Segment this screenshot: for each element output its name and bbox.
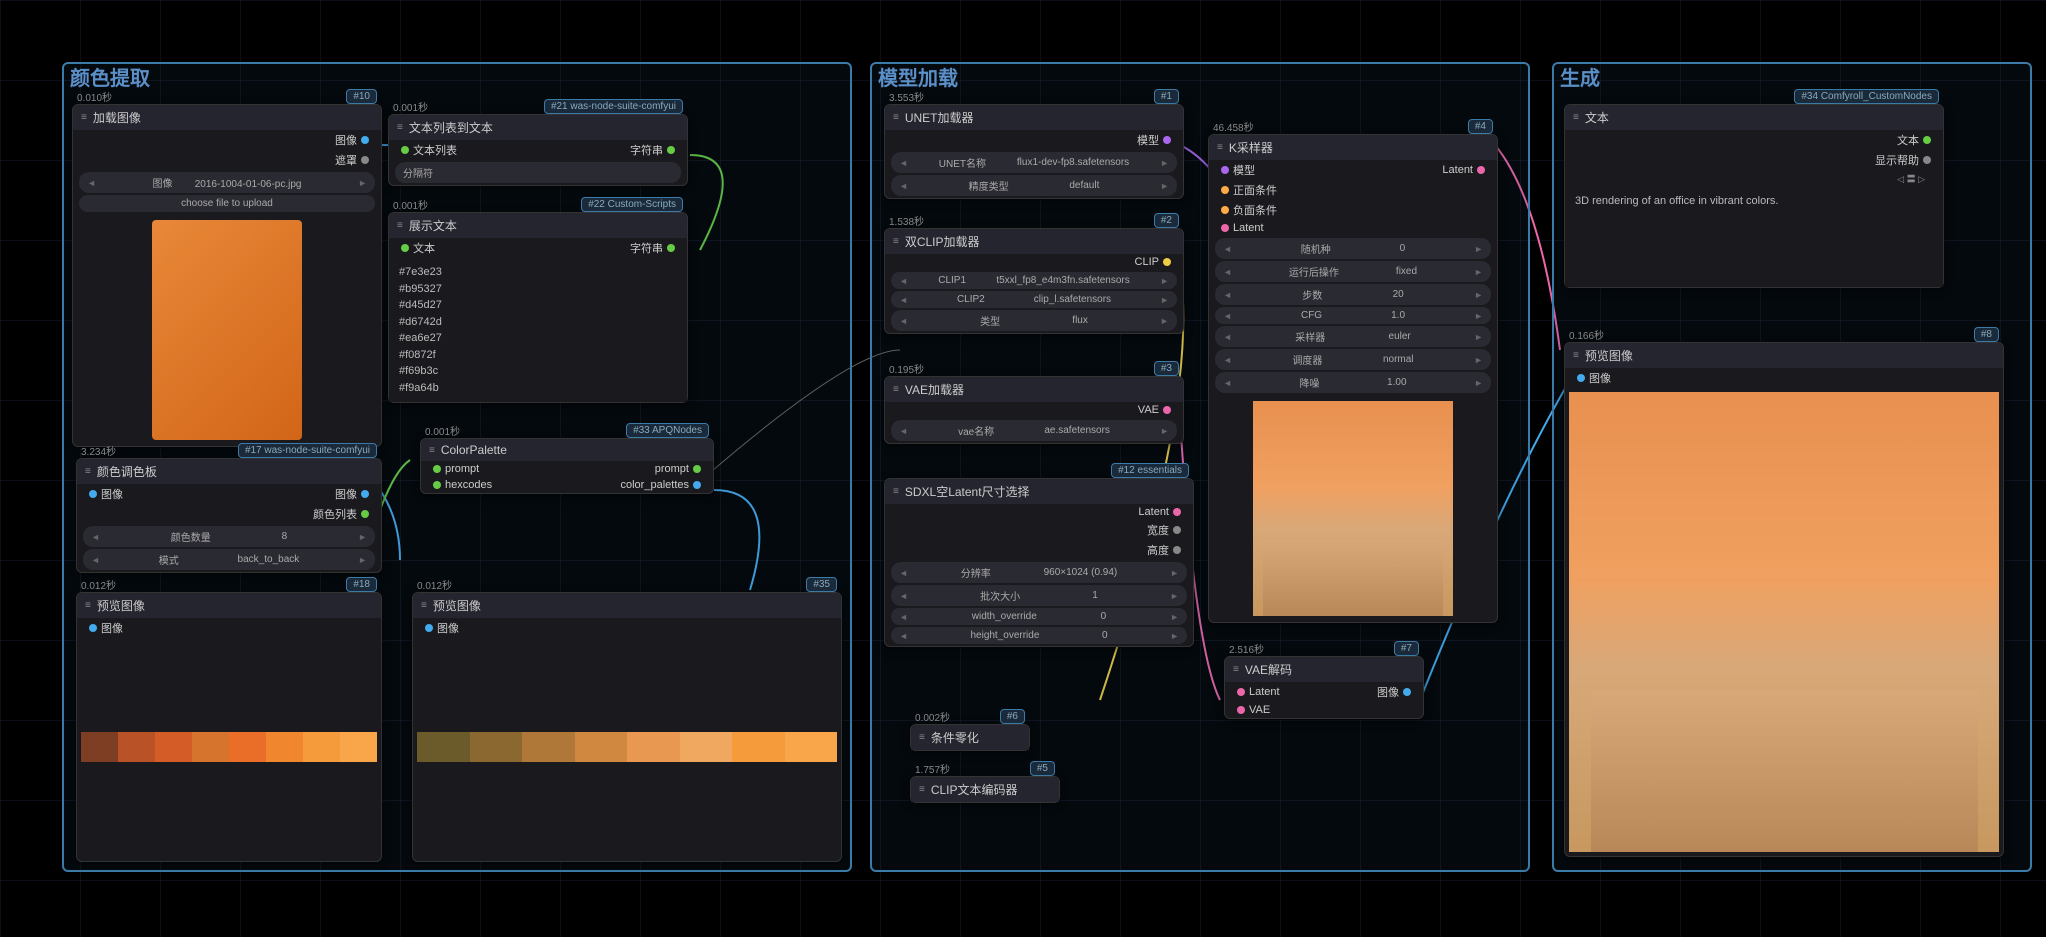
hexcode-list: #7e3e23 #b95327 #d45d27 #d6742d #ea6e27 … [389, 258, 687, 402]
menu-icon[interactable]: ≡ [893, 384, 899, 395]
menu-icon[interactable]: ≡ [919, 732, 925, 743]
output-preview [1569, 392, 1999, 852]
menu-icon[interactable]: ≡ [893, 112, 899, 123]
node-vae-decode[interactable]: 2.516秒 #7 ≡VAE解码 Latent 图像 VAE [1224, 656, 1424, 719]
node-vae-loader[interactable]: 0.195秒 #3 ≡VAE加载器 VAE ◄vae名称ae.safetenso… [884, 376, 1184, 444]
menu-icon[interactable]: ≡ [1573, 112, 1579, 123]
node-sdxl-latent[interactable]: #12 essentials ≡SDXL空Latent尺寸选择 Latent 宽… [884, 478, 1194, 647]
sampler-preview [1253, 401, 1453, 616]
node-clip-loader[interactable]: 1.538秒 #2 ≡双CLIP加载器 CLIP ◄CLIP1t5xxl_fp8… [884, 228, 1184, 334]
menu-icon[interactable]: ≡ [81, 112, 87, 123]
palette-preview [417, 732, 837, 762]
menu-icon[interactable]: ≡ [429, 445, 435, 456]
menu-icon[interactable]: ≡ [85, 466, 91, 477]
menu-icon[interactable]: ≡ [397, 220, 403, 231]
node-show-text[interactable]: 0.001秒 #22 Custom-Scripts ≡展示文本 文本 字符串 #… [388, 212, 688, 403]
menu-icon[interactable]: ≡ [893, 236, 899, 247]
menu-icon[interactable]: ≡ [397, 122, 403, 133]
node-clip-text-encode[interactable]: 1.757秒 #5 ≡CLIP文本编码器 [910, 776, 1060, 803]
node-preview-8[interactable]: 0.166秒 #8 ≡预览图像 图像 [1564, 342, 2004, 857]
image-preview [152, 220, 302, 440]
node-unet-loader[interactable]: 3.553秒 #1 ≡UNET加载器 模型 ◄UNET名称flux1-dev-f… [884, 104, 1184, 199]
node-color-palette-apq[interactable]: 0.001秒 #33 APQNodes ≡ColorPalette prompt… [420, 438, 714, 494]
menu-icon[interactable]: ≡ [893, 486, 899, 497]
prompt-text[interactable]: 3D rendering of an office in vibrant col… [1565, 187, 1943, 287]
node-load-image[interactable]: 0.010秒 #10 ≡加载图像 图像 遮罩 ◄图像 2016-1004-01-… [72, 104, 382, 447]
palette-preview [81, 732, 377, 762]
node-text[interactable]: #34 Comfyroll_CustomNodes ≡文本 文本 显示帮助 ◁ … [1564, 104, 1944, 288]
node-zero-cond[interactable]: 0.002秒 #6 ≡条件零化 [910, 724, 1030, 751]
node-preview-18[interactable]: 0.012秒 #18 ≡预览图像 图像 [76, 592, 382, 862]
node-text-list-to-text[interactable]: 0.001秒 #21 was-node-suite-comfyui ≡文本列表到… [388, 114, 688, 186]
menu-icon[interactable]: ≡ [421, 600, 427, 611]
menu-icon[interactable]: ≡ [1573, 350, 1579, 361]
node-preview-35[interactable]: 0.012秒 #35 ≡预览图像 图像 [412, 592, 842, 862]
menu-icon[interactable]: ≡ [1233, 664, 1239, 675]
menu-icon[interactable]: ≡ [1217, 142, 1223, 153]
node-color-palette[interactable]: 3.234秒 #17 was-node-suite-comfyui ≡颜色调色板… [76, 458, 382, 573]
node-ksampler[interactable]: 46.458秒 #4 ≡K采样器 模型 Latent 正面条件 负面条件 Lat… [1208, 134, 1498, 623]
menu-icon[interactable]: ≡ [85, 600, 91, 611]
image-select[interactable]: ◄图像 2016-1004-01-06-pc.jpg► [79, 172, 375, 193]
menu-icon[interactable]: ≡ [919, 784, 925, 795]
upload-button[interactable]: choose file to upload [79, 195, 375, 212]
